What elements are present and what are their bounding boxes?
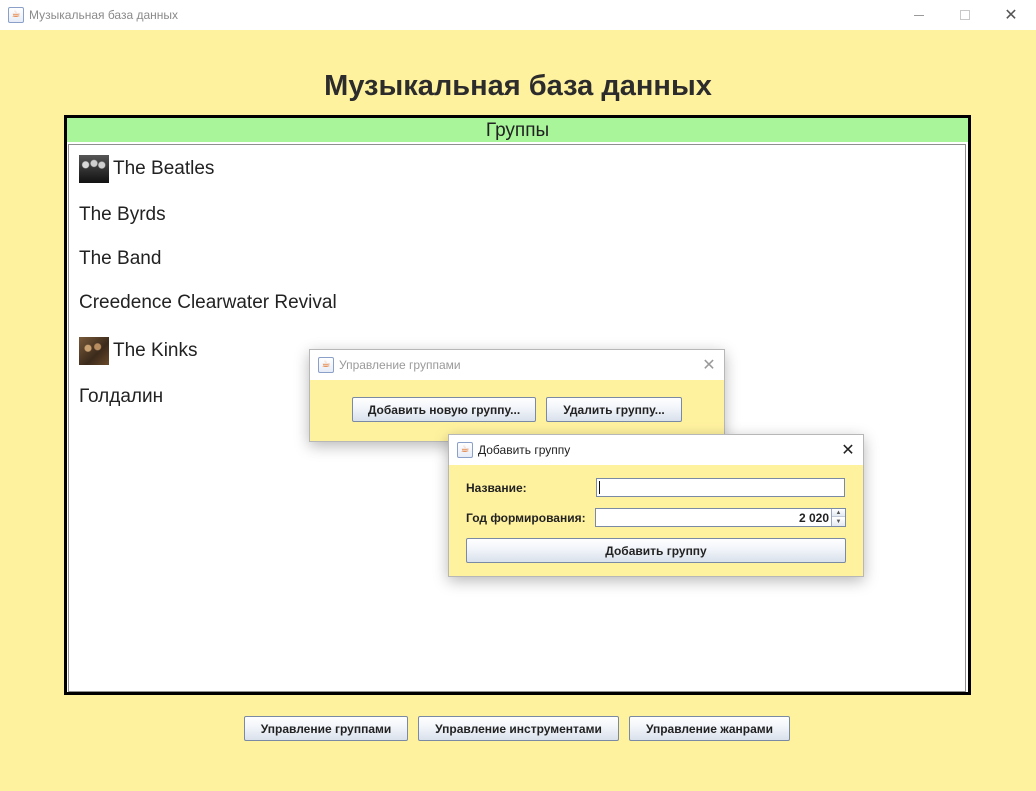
spinner-down-icon[interactable]: ▼ [832,518,845,526]
list-item-label: The Kinks [113,340,198,361]
maximize-button[interactable] [942,0,988,30]
close-button[interactable]: ✕ [988,0,1034,30]
manage-genres-button[interactable]: Управление жанрами [629,716,790,741]
minimize-button[interactable] [896,0,942,30]
list-item-label: The Beatles [113,158,215,179]
manage-groups-dialog: ☕ Управление группами ✕ Добавить новую г… [309,349,725,442]
spinner-up-icon[interactable]: ▲ [832,509,845,517]
dialog-title: Добавить группу [478,443,571,457]
list-item-label: Creedence Clearwater Revival [79,292,337,313]
close-icon: ✕ [702,357,716,374]
list-item-label: Голдалин [79,386,164,407]
list-item[interactable]: The Kinks [79,337,197,365]
list-item-label: The Byrds [79,204,166,225]
delete-group-button[interactable]: Удалить группу... [546,397,682,422]
close-icon: ✕ [1004,7,1018,24]
list-item[interactable]: The Byrds [79,204,166,226]
name-field[interactable] [596,478,845,497]
page-title: Музыкальная база данных [324,70,712,102]
groups-header: Группы [67,118,968,142]
band-photo-icon [79,155,109,183]
dialog-title-bar[interactable]: ☕ Добавить группу ✕ [449,435,863,465]
close-icon: ✕ [841,442,855,459]
year-spinner[interactable]: 2 020 ▲ ▼ [595,508,846,527]
list-item[interactable]: The Beatles [79,155,214,183]
manage-instruments-button[interactable]: Управление инструментами [418,716,619,741]
dialog-close-button[interactable]: ✕ [833,435,863,465]
name-label: Название: [466,481,527,495]
dialog-close-button[interactable]: ✕ [694,350,724,380]
manage-groups-button[interactable]: Управление группами [244,716,408,741]
maximize-icon [960,10,970,20]
list-item[interactable]: Creedence Clearwater Revival [79,292,337,314]
add-group-dialog: ☕ Добавить группу ✕ Название: Год формир… [448,434,864,577]
list-item[interactable]: Голдалин [79,386,163,408]
text-caret [599,481,600,494]
java-cup-icon: ☕ [457,442,473,458]
add-new-group-button[interactable]: Добавить новую группу... [352,397,536,422]
add-group-submit-button[interactable]: Добавить группу [466,538,846,563]
dialog-title: Управление группами [339,358,461,372]
dialog-title-bar[interactable]: ☕ Управление группами ✕ [310,350,724,380]
list-item-label: The Band [79,248,162,269]
year-label: Год формирования: [466,511,586,525]
window-title-bar[interactable]: ☕ Музыкальная база данных ✕ [0,0,1036,30]
minimize-icon [914,14,924,16]
year-value: 2 020 [798,511,829,525]
list-item[interactable]: The Band [79,248,161,270]
band-photo-icon [79,337,109,365]
java-cup-icon: ☕ [8,7,24,23]
spinner-buttons: ▲ ▼ [831,509,845,526]
window-title: Музыкальная база данных [29,8,179,22]
java-cup-icon: ☕ [318,357,334,373]
